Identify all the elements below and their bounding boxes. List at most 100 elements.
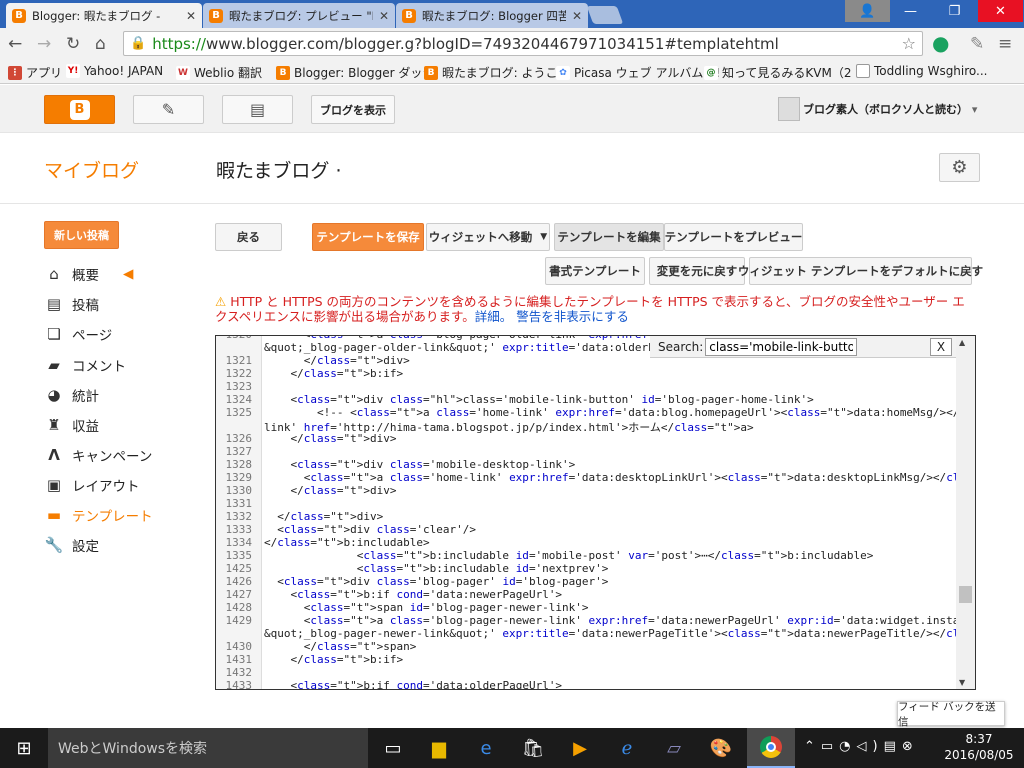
- avatar[interactable]: [778, 97, 800, 121]
- editor-scrollbar[interactable]: ▲ ▼: [956, 336, 975, 689]
- save-template-button[interactable]: テンプレートを保存: [312, 223, 424, 251]
- send-feedback-button[interactable]: フィード バックを送信: [897, 701, 1005, 728]
- tab-blogger-help[interactable]: B 暇たまブログ: Blogger 四苦八 ✕: [396, 3, 588, 28]
- code-line[interactable]: </class="t">span>: [264, 640, 417, 653]
- sidebar-item-pages[interactable]: ❏ ページ: [44, 324, 112, 344]
- app-icon[interactable]: ▱: [651, 728, 697, 768]
- task-view-icon[interactable]: ▭: [370, 728, 416, 768]
- file-explorer-icon[interactable]: ▆: [416, 728, 462, 768]
- bookmark-picasa[interactable]: ✿ Picasa ウェブ アルバム - !: [556, 64, 720, 81]
- sidebar-item-settings[interactable]: 🔧 設定: [44, 535, 99, 555]
- format-template-button[interactable]: 書式テンプレート: [545, 257, 645, 285]
- close-window-button[interactable]: ✕: [978, 0, 1023, 22]
- my-blogs-link[interactable]: マイブログ: [44, 156, 139, 183]
- reset-widget-templates-button[interactable]: ウィジェット テンプレートをデフォルトに戻す: [738, 257, 983, 285]
- new-tab-button[interactable]: [586, 6, 624, 24]
- sidebar-item-campaigns[interactable]: Λ キャンペーン: [44, 445, 152, 465]
- code-line[interactable]: <class="t">div class='mobile-desktop-lin…: [264, 458, 575, 471]
- internet-explorer-icon[interactable]: ℯ: [604, 728, 650, 768]
- code-line[interactable]: &quot;_blog-pager-newer-link&quot;' expr…: [264, 627, 975, 640]
- sidebar-item-layout[interactable]: ▣ レイアウト: [44, 475, 140, 495]
- sidebar-item-comments[interactable]: ▰ コメント: [44, 355, 126, 375]
- chrome-icon[interactable]: [747, 728, 795, 768]
- code-line[interactable]: </class="t">b:includable>: [264, 536, 430, 549]
- bookmark-apps[interactable]: ⋮ アプリ: [8, 64, 62, 81]
- bookmark-himatama[interactable]: B 暇たまブログ: ようこそ: [424, 64, 570, 81]
- address-bar[interactable]: 🔒 https://www.blogger.com/blogger.g?blog…: [123, 31, 923, 56]
- scroll-down-icon[interactable]: ▼: [959, 678, 965, 687]
- code-line[interactable]: <class="t">b:if cond='data:olderPageUrl'…: [264, 679, 562, 689]
- code-line[interactable]: </class="t">div>: [264, 432, 396, 445]
- bookmark-kvm[interactable]: @ 知って見るみるKVM（2: [704, 64, 851, 81]
- preview-template-button[interactable]: テンプレートをプレビュー: [664, 223, 803, 251]
- code-line[interactable]: </class="t">b:if>: [264, 367, 403, 380]
- minimize-button[interactable]: —: [888, 0, 933, 22]
- settings-gear-button[interactable]: ⚙: [939, 153, 980, 182]
- back-button[interactable]: 戻る: [215, 223, 282, 251]
- sidebar-item-template[interactable]: ▬ テンプレート: [44, 505, 153, 525]
- code-line[interactable]: <class="t">div class='blog-pager' id='bl…: [264, 575, 608, 588]
- sidebar-item-stats[interactable]: ◕ 統計: [44, 385, 99, 405]
- details-link[interactable]: 詳細。: [475, 309, 513, 324]
- store-icon[interactable]: 🛍: [510, 728, 556, 768]
- code-line[interactable]: <class="t">a class='blog-pager-newer-lin…: [264, 614, 975, 627]
- close-icon[interactable]: ✕: [572, 9, 582, 23]
- code-line[interactable]: <class="t">b:includable id='mobile-post'…: [264, 549, 874, 562]
- close-icon[interactable]: ✕: [186, 9, 196, 23]
- view-blog-button[interactable]: ブログを表示: [311, 95, 395, 124]
- scrollbar-thumb[interactable]: [959, 586, 972, 603]
- tab-preview[interactable]: B 暇たまブログ: プレビュー "Blog ✕: [203, 3, 395, 28]
- reload-icon[interactable]: ↻: [66, 34, 80, 54]
- windows-start-button[interactable]: ⊞: [0, 728, 48, 768]
- new-post-pencil-button[interactable]: ✎: [133, 95, 204, 124]
- revert-changes-button[interactable]: 変更を元に戻す: [649, 257, 745, 285]
- scroll-up-icon[interactable]: ▲: [959, 338, 965, 347]
- hide-warning-link[interactable]: 警告を非表示にする: [516, 309, 629, 324]
- edge-icon[interactable]: e: [463, 728, 509, 768]
- code-line[interactable]: <!-- <class="t">a class='home-link' expr…: [264, 406, 975, 419]
- code-line[interactable]: </class="t">div>: [264, 510, 383, 523]
- sidebar-item-earnings[interactable]: ♜ 収益: [44, 415, 99, 435]
- extension-icon[interactable]: ●: [932, 31, 949, 55]
- code-line[interactable]: <class="t">a class='home-link' expr:href…: [264, 471, 975, 484]
- clock[interactable]: 8:37 2016/08/05: [944, 731, 1014, 763]
- blogger-home-button[interactable]: B: [44, 95, 115, 124]
- new-post-button[interactable]: 新しい投稿: [44, 221, 119, 249]
- media-player-icon[interactable]: ▶: [557, 728, 603, 768]
- code-line[interactable]: <class="t">b:if cond='data:newerPageUrl'…: [264, 588, 562, 601]
- maximize-button[interactable]: ❐: [932, 0, 977, 22]
- code-line[interactable]: &quot;_blog-pager-older-link&quot;' expr…: [264, 341, 655, 354]
- bookmark-toddling[interactable]: Toddling Wsghiro...: [856, 64, 988, 78]
- search-close-button[interactable]: X: [930, 337, 952, 356]
- close-icon[interactable]: ✕: [379, 9, 389, 23]
- code-line[interactable]: <class="t">div class='clear'/>: [264, 523, 476, 536]
- jump-to-widget-dropdown[interactable]: ウィジェットへ移動 ▼: [426, 223, 550, 251]
- code-line[interactable]: </class="t">div>: [264, 354, 410, 367]
- profile-button[interactable]: 👤: [845, 0, 890, 22]
- user-name[interactable]: ブログ素人（ボロクソ人と読む） ▾: [803, 101, 977, 117]
- edit-template-button[interactable]: テンプレートを編集: [554, 223, 664, 251]
- taskbar-search-box[interactable]: WebとWindowsを検索: [48, 728, 368, 768]
- extension-icon[interactable]: ✎: [970, 34, 984, 54]
- menu-icon[interactable]: ≡: [998, 34, 1012, 54]
- code-line[interactable]: <class="t">b:includable id='nextprev'>: [264, 562, 609, 575]
- system-tray[interactable]: ⌃▭◔◁)▤⊗: [804, 739, 919, 754]
- paint-icon[interactable]: 🎨: [698, 728, 744, 768]
- bookmark-yahoo[interactable]: Y! Yahoo! JAPAN: [66, 64, 163, 78]
- search-input[interactable]: [705, 337, 858, 356]
- sidebar-item-overview[interactable]: ⌂ 概要 ◀: [44, 264, 133, 284]
- code-line[interactable]: </class="t">b:if>: [264, 653, 403, 666]
- code-line[interactable]: </class="t">div>: [264, 484, 396, 497]
- star-icon[interactable]: ☆: [902, 34, 916, 53]
- code-line[interactable]: <class="t">span id='blog-pager-newer-lin…: [264, 601, 589, 614]
- posts-list-button[interactable]: ▤: [222, 95, 293, 124]
- template-code-editor[interactable]: 1320 13211322132313241325 1326132713281329…: [215, 335, 976, 690]
- code-line[interactable]: <class="t">div class="hl">class='mobile-…: [264, 393, 813, 406]
- bookmark-blogger-dashboard[interactable]: B Blogger: Blogger ダッシ: [276, 64, 434, 81]
- forward-icon[interactable]: →: [37, 34, 51, 54]
- tab-blogger[interactable]: B Blogger: 暇たまブログ - ✕: [6, 3, 202, 28]
- sidebar-item-posts[interactable]: ▤ 投稿: [44, 294, 99, 314]
- blog-title[interactable]: 暇たまブログ ·: [216, 156, 342, 183]
- back-icon[interactable]: ←: [8, 34, 22, 54]
- home-icon[interactable]: ⌂: [95, 34, 106, 54]
